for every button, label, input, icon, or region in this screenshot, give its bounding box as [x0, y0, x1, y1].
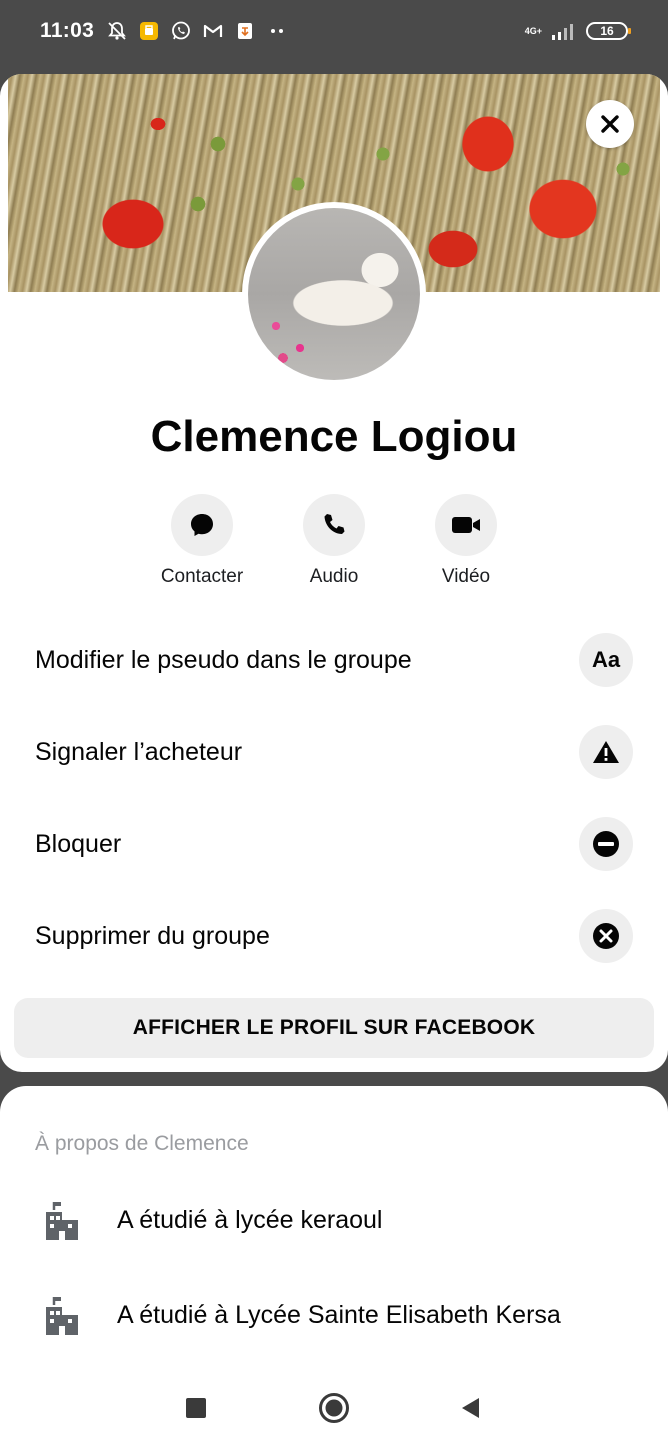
status-system-icons: 4G+ 16: [524, 20, 631, 42]
audio-call-button[interactable]: [303, 494, 365, 556]
menu-item-label: Signaler l’acheteur: [35, 737, 243, 766]
about-item-school: A étudié à Lycée Sainte Elisabeth Kersa: [0, 1285, 668, 1345]
video-action[interactable]: Vidéo: [406, 494, 526, 588]
video-label: Vidéo: [441, 566, 491, 587]
home-button[interactable]: [318, 1392, 350, 1424]
menu-item-label: Modifier le pseudo dans le groupe: [35, 645, 412, 674]
contact-label: Contacter: [160, 566, 244, 587]
about-item-text: A étudié à lycée keraoul: [117, 1205, 383, 1234]
back-triangle-icon: [462, 1398, 479, 1418]
block-icon[interactable]: [579, 817, 633, 871]
contact-button[interactable]: [171, 494, 233, 556]
view-facebook-profile-button[interactable]: AFFICHER LE PROFIL SUR FACEBOOK: [14, 998, 654, 1058]
video-call-button[interactable]: [435, 494, 497, 556]
video-icon: [452, 517, 480, 533]
status-time: 11:03: [40, 19, 95, 42]
status-bar: 11:03 4G+ 16: [0, 0, 668, 62]
signal-icon: [550, 20, 578, 42]
system-nav-bar: [0, 1368, 668, 1447]
home-circle-icon: [319, 1393, 349, 1423]
menu-item-edit-nickname[interactable]: Modifier le pseudo dans le groupe Aa: [0, 614, 668, 706]
app-icon: [234, 20, 256, 42]
menu-item-report-buyer[interactable]: Signaler l’acheteur: [0, 706, 668, 798]
audio-label: Audio: [309, 566, 359, 587]
screen: 11:03 4G+ 16 Clemence Logiou Contacter A…: [0, 0, 668, 1447]
close-icon: [601, 115, 619, 133]
app-notification-icon: [138, 20, 160, 42]
battery-level: 16: [600, 24, 614, 38]
status-notification-icons: [106, 20, 288, 42]
about-item-text: A étudié à Lycée Sainte Elisabeth Kersa: [117, 1300, 561, 1329]
notifications-off-icon: [106, 20, 128, 42]
network-type: 4G+: [524, 25, 542, 36]
whatsapp-icon: [170, 20, 192, 42]
phone-icon: [324, 514, 345, 534]
menu-item-label: Bloquer: [35, 829, 122, 858]
profile-name: Clemence Logiou: [150, 412, 518, 461]
audio-action[interactable]: Audio: [274, 494, 394, 588]
school-icon: [40, 1200, 84, 1242]
profile-card: Clemence Logiou Contacter Audio Vidéo Mo…: [0, 74, 668, 1072]
action-buttons: Contacter Audio Vidéo: [0, 494, 668, 594]
about-item-school: A étudié à lycée keraoul: [0, 1190, 668, 1250]
menu-item-label: Supprimer du groupe: [35, 921, 270, 950]
recent-apps-button[interactable]: [180, 1392, 212, 1424]
back-button[interactable]: [454, 1392, 486, 1424]
close-button[interactable]: [586, 100, 634, 148]
contact-action[interactable]: Contacter: [142, 494, 262, 588]
more-notifications-icon: [266, 20, 288, 42]
about-sheet: À propos de Clemence A étudié à lycée ke…: [0, 1086, 668, 1368]
square-icon: [186, 1398, 206, 1418]
message-icon: [191, 514, 213, 536]
profile-menu: Modifier le pseudo dans le groupe Aa Sig…: [0, 614, 668, 982]
menu-item-block[interactable]: Bloquer: [0, 798, 668, 890]
remove-icon[interactable]: [579, 909, 633, 963]
avatar-photo: [248, 208, 420, 380]
warning-icon[interactable]: [579, 725, 633, 779]
avatar[interactable]: [242, 202, 426, 386]
about-title: À propos de Clemence: [35, 1132, 249, 1155]
battery-indicator: 16: [586, 22, 631, 40]
school-icon: [40, 1295, 84, 1337]
gmail-icon: [202, 20, 224, 42]
text-format-icon[interactable]: Aa: [579, 633, 633, 687]
menu-item-remove-from-group[interactable]: Supprimer du groupe: [0, 890, 668, 982]
